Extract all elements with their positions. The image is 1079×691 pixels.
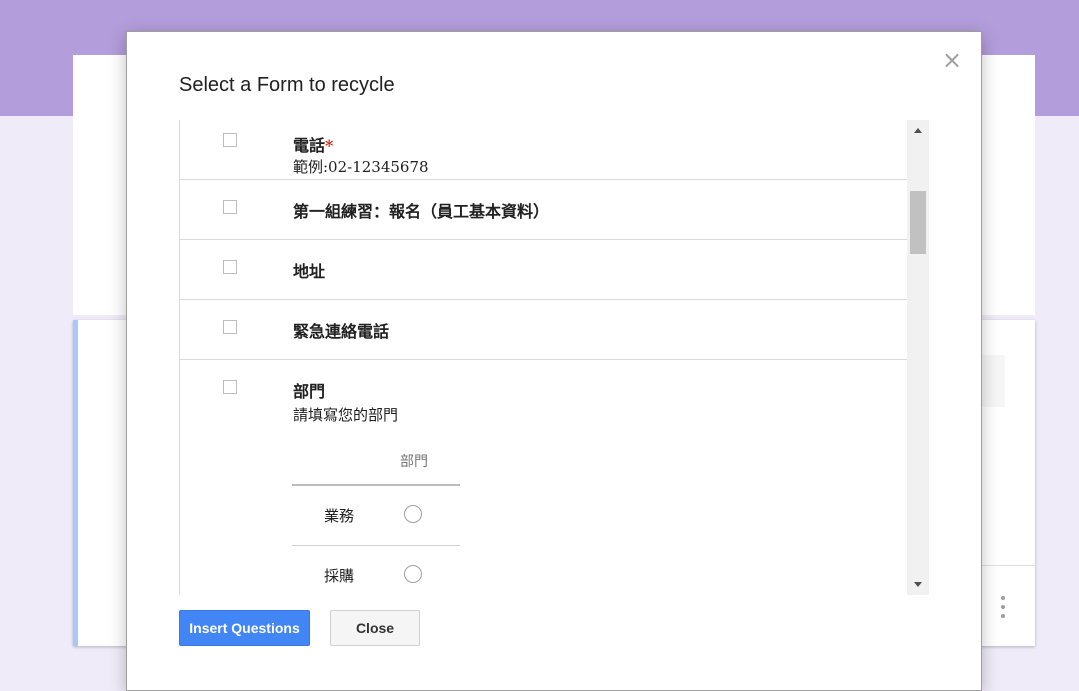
grid-row-label: 採購 [324,567,355,585]
list-item: 電話* 範例:02-12345678 [180,120,908,180]
scroll-up-arrow-icon[interactable] [907,120,929,142]
question-title: 地址 [293,262,326,281]
list-item: 第一組練習：報名（員工基本資料） [180,180,908,240]
question-checkbox[interactable] [223,133,237,147]
list-item: 部門 請填寫您的部門 部門 業務 採購 [180,360,908,595]
grid-divider [292,484,460,486]
grid-radio[interactable] [404,565,422,583]
close-button[interactable]: Close [330,610,420,646]
grid-divider [292,545,460,546]
question-title: 第一組練習：報名（員工基本資料） [293,202,550,221]
question-checkbox[interactable] [223,320,237,334]
list-item: 地址 [180,240,908,300]
grid-row-label: 業務 [324,507,355,525]
question-checkbox[interactable] [223,380,237,394]
kebab-menu-icon[interactable] [997,592,1009,622]
background-divider [982,565,1035,566]
list-item: 緊急連絡電話 [180,300,908,360]
dialog-title: Select a Form to recycle [179,74,395,96]
question-title: 緊急連絡電話 [293,322,390,341]
background-input-field [982,355,1005,407]
question-title: 電話* [293,136,334,155]
insert-questions-button[interactable]: Insert Questions [179,610,310,646]
list-scrollbar[interactable] [907,120,929,595]
question-title: 部門 [293,382,326,401]
close-icon[interactable]: × [942,46,962,74]
question-description: 範例:02-12345678 [293,158,429,176]
grid-column-header: 部門 [400,454,428,470]
question-checkbox[interactable] [223,200,237,214]
question-description: 請填寫您的部門 [293,406,399,424]
scroll-thumb[interactable] [910,191,926,254]
scroll-down-arrow-icon[interactable] [907,573,929,595]
recycle-form-dialog: Select a Form to recycle × 電話* 範例:02-123… [126,31,982,691]
question-checkbox[interactable] [223,260,237,274]
question-list[interactable]: 電話* 範例:02-12345678 第一組練習：報名（員工基本資料） 地址 緊… [179,120,930,595]
grid-radio[interactable] [404,505,422,523]
